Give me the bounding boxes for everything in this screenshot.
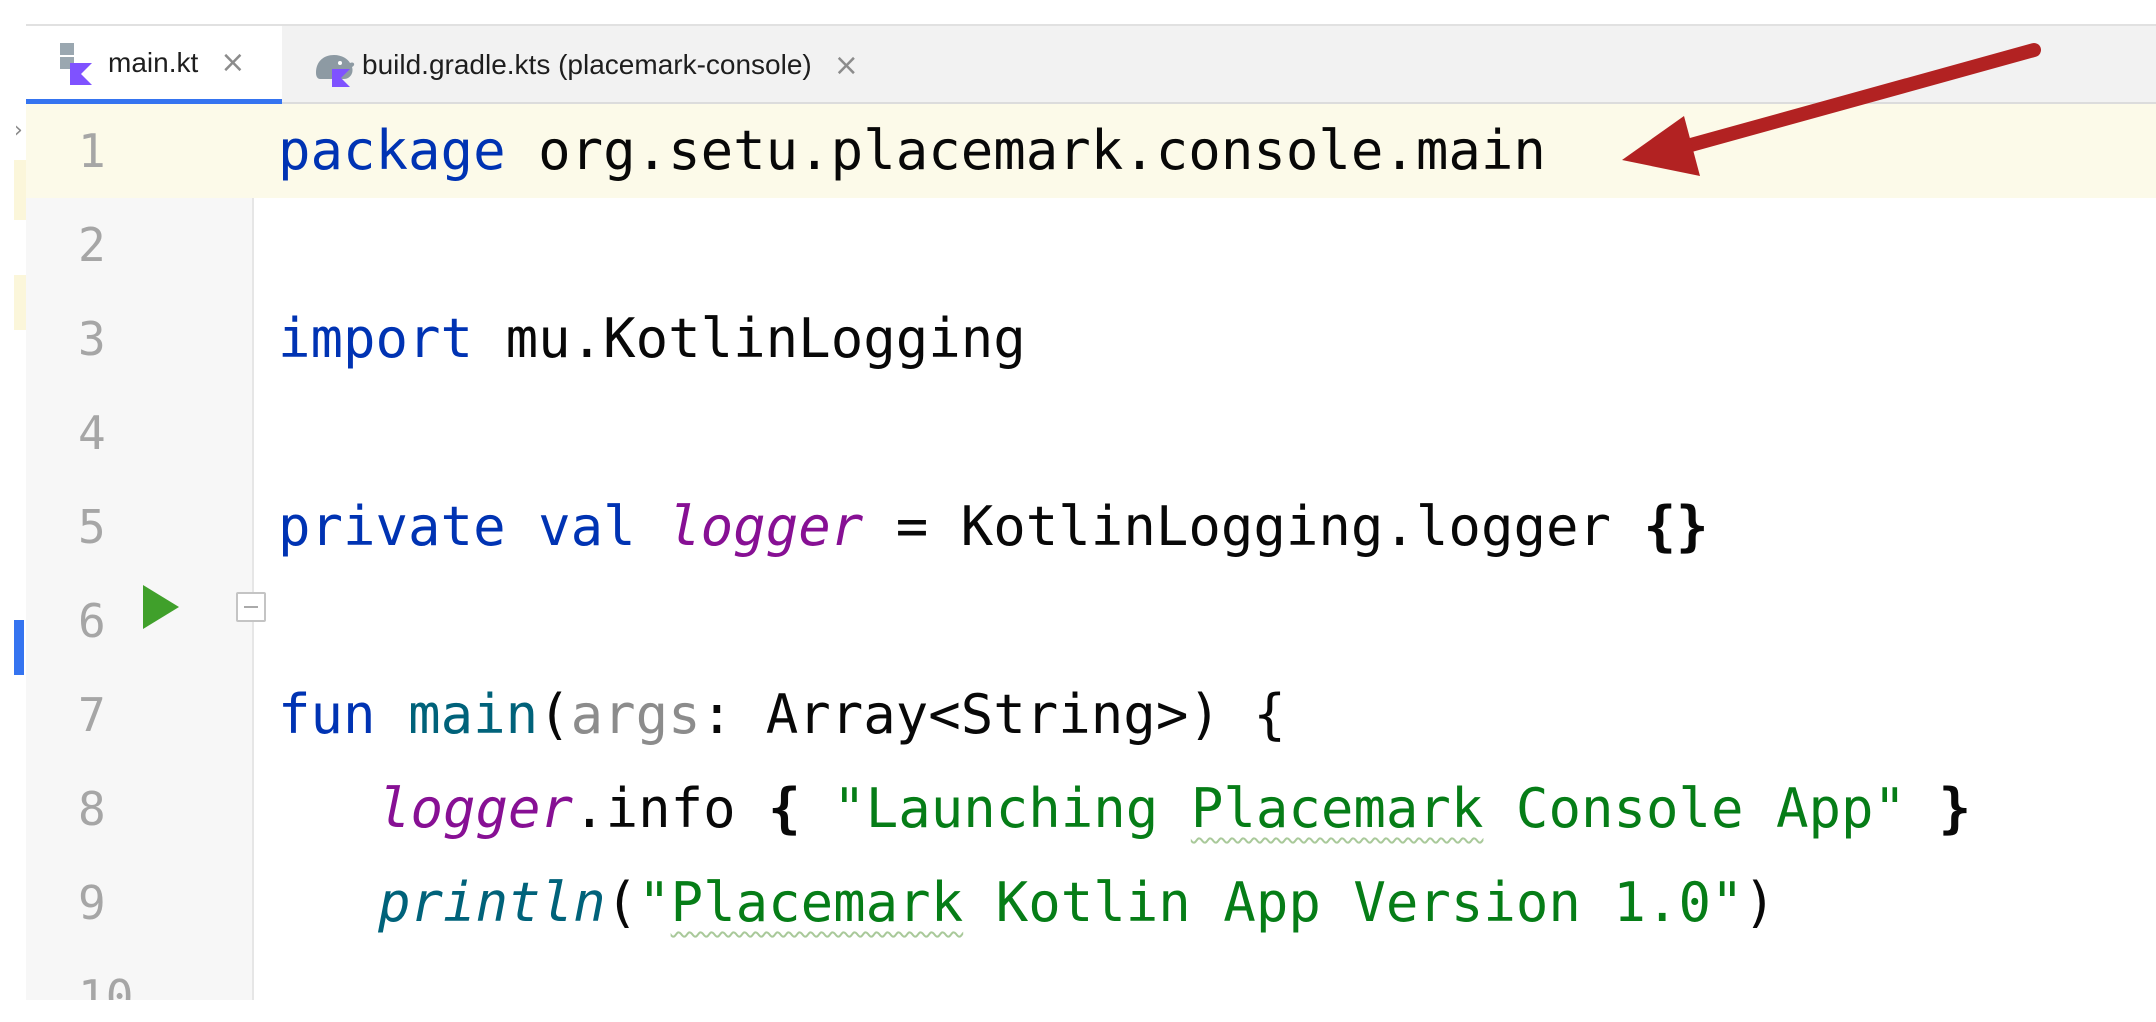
- fold-block-icon[interactable]: [236, 592, 266, 622]
- spellcheck-word: Placemark: [1190, 777, 1484, 840]
- tab-label: build.gradle.kts (placemark-console): [362, 49, 812, 80]
- change-marker: [14, 160, 26, 220]
- run-main-icon[interactable]: [143, 585, 179, 629]
- line-number: 5: [78, 500, 106, 554]
- code-line-5: private val logger = KotlinLogging.logge…: [278, 480, 1709, 574]
- open-paren: (: [605, 871, 639, 934]
- parameter-args: args: [570, 683, 701, 746]
- code-line-8: logger.info { "Launching Placemark Conso…: [378, 762, 1971, 856]
- code-editor[interactable]: 1 2 3 4 5 6 7 8 9 10 package org.setu.pl…: [26, 104, 2156, 1000]
- current-line-gutter-highlight: [26, 104, 254, 198]
- spellcheck-word: Placemark: [670, 871, 964, 934]
- string-quote: ": [638, 871, 671, 934]
- package-name: org.setu.placemark.console.main: [505, 119, 1546, 182]
- change-marker: [14, 275, 26, 330]
- info-call: .info: [573, 777, 769, 840]
- tab-label: main.kt: [108, 46, 199, 78]
- import-path: mu.KotlinLogging: [473, 307, 1026, 370]
- code-line-1: package org.setu.placemark.console.main: [278, 104, 1546, 198]
- keyword-val: val: [538, 495, 636, 558]
- kotlin-file-icon: [56, 41, 94, 85]
- editor-tab-bar: main.kt × build.gradle.kts (placemark-co…: [26, 24, 2156, 104]
- lambda-braces: {}: [1643, 495, 1709, 558]
- lambda-open-brace: {: [768, 777, 801, 840]
- line-number: 6: [78, 594, 106, 648]
- signature-rest: : Array<String>) {: [700, 683, 1286, 746]
- string-part: "Launching: [800, 777, 1191, 840]
- gradle-kotlin-script-icon: [310, 43, 355, 87]
- left-marker-strip: ›: [0, 0, 26, 1022]
- tab-build-gradle-kts[interactable]: build.gradle.kts (placemark-console) ×: [292, 26, 972, 104]
- line-number: 4: [78, 406, 106, 460]
- tab-main-kt[interactable]: main.kt ×: [26, 26, 282, 104]
- code-line-3: import mu.KotlinLogging: [278, 292, 1026, 386]
- property-logger: logger: [668, 495, 864, 558]
- close-paren: ): [1743, 871, 1776, 934]
- code-line-7: fun main(args: Array<String>) {: [278, 668, 1286, 762]
- property-logger: logger: [378, 777, 574, 840]
- string-part: Kotlin App Version 1.0": [963, 871, 1744, 934]
- line-number: 8: [78, 782, 106, 836]
- lambda-close-brace: }: [1938, 777, 1972, 840]
- line-number-gutter: [26, 104, 254, 1000]
- line-number: 1: [78, 124, 106, 178]
- code-line-9: println("Placemark Kotlin App Version 1.…: [378, 856, 1776, 950]
- keyword-package: package: [278, 119, 506, 182]
- keyword-fun: fun: [278, 683, 376, 746]
- string-part: Console App": [1483, 777, 1939, 840]
- line-number: 2: [78, 218, 106, 272]
- line-number: 3: [78, 312, 106, 366]
- line-number: 7: [78, 688, 106, 742]
- logger-init: = KotlinLogging.logger: [863, 495, 1644, 558]
- line-number: 9: [78, 876, 106, 930]
- collapse-chevron-icon[interactable]: ›: [14, 118, 23, 143]
- keyword-import: import: [278, 307, 474, 370]
- ide-window: › main.kt × build.gradle.kts (placemark-…: [0, 0, 2156, 1022]
- line-number: 10: [78, 970, 134, 1000]
- open-paren: (: [538, 683, 571, 746]
- close-tab-icon[interactable]: ×: [834, 48, 859, 83]
- keyword-private: private: [278, 495, 506, 558]
- function-println: println: [378, 871, 606, 934]
- bookmark-marker: [14, 620, 24, 675]
- close-tab-icon[interactable]: ×: [220, 45, 245, 80]
- function-name-main: main: [408, 683, 539, 746]
